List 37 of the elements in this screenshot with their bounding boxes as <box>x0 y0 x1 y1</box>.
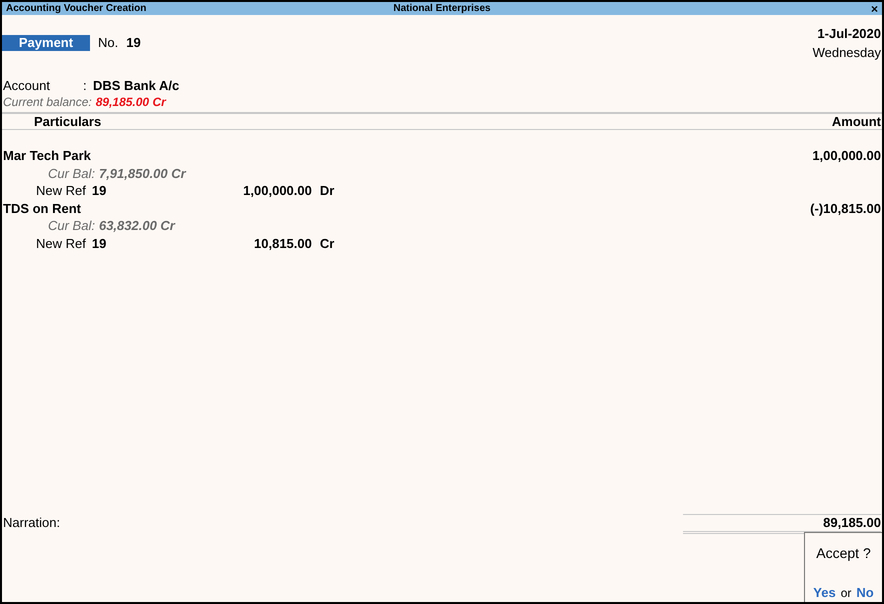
voucher-number: 19 <box>126 34 141 52</box>
ref-side: Cr <box>320 234 334 252</box>
account-balance: 89,185.00 Cr <box>96 94 166 110</box>
cur-bal-value: 7,91,850.00 Cr <box>98 164 186 182</box>
cur-bal-value: 63,832.00 Cr <box>98 217 175 234</box>
ref-label: New Ref <box>36 182 86 200</box>
balance-label: Current balance: <box>3 94 92 110</box>
ledger-name: TDS on Rent <box>3 200 81 217</box>
narration-label: Narration: <box>3 514 60 532</box>
account-separator: : <box>83 78 88 94</box>
account-label: Account <box>3 78 51 94</box>
ref-label: New Ref <box>36 234 86 252</box>
ref-amount: 1,00,000.00 <box>242 182 312 200</box>
ref-number: 19 <box>92 182 108 200</box>
ref-side: Dr <box>320 182 334 200</box>
voucher-number-label: No. <box>98 34 118 52</box>
account-name: DBS Bank A/c <box>93 78 180 94</box>
voucher-type: Payment <box>2 35 90 51</box>
accept-question: Accept ? <box>816 544 871 563</box>
close-button[interactable]: × <box>578 2 878 14</box>
ref-amount: 10,815.00 <box>253 234 312 252</box>
ref-number: 19 <box>92 234 108 252</box>
voucher-date: 1-Jul-2020 <box>817 25 881 43</box>
cur-bal-label: Cur Bal: <box>48 217 95 234</box>
yes-button[interactable]: Yes <box>813 582 836 602</box>
column-header: Amount <box>832 114 881 129</box>
or-text: or <box>840 584 852 602</box>
cur-bal-label: Cur Bal: <box>48 164 95 182</box>
total-amount: 89,185.00 <box>823 515 881 531</box>
column-header: Particulars <box>34 114 102 129</box>
ledger-amount: (-)10,815.00 <box>810 200 881 217</box>
ledger-amount: 1,00,000.00 <box>812 147 881 164</box>
no-button[interactable]: No <box>856 582 874 602</box>
weekday: Wednesday <box>812 44 881 62</box>
window-title: Accounting Voucher Creation <box>6 2 148 16</box>
ledger-name: Mar Tech Park <box>3 147 91 164</box>
company-name: National Enterprises <box>393 2 491 16</box>
